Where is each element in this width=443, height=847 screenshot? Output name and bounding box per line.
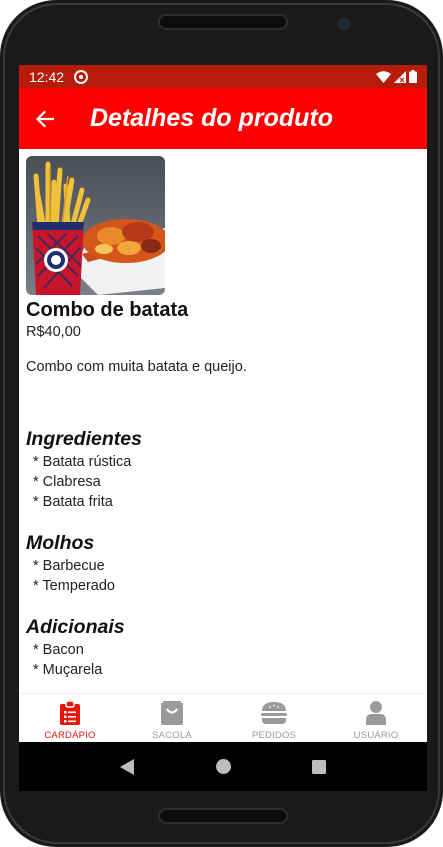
- addon-item: Muçarela: [33, 660, 427, 680]
- ingredient-item: Batata rústica: [33, 452, 427, 472]
- status-icons: [376, 70, 417, 83]
- nav-label: SACOLA: [152, 730, 192, 741]
- status-bar: 12:42: [19, 65, 427, 88]
- phone-frame: 12:42 Detalhes do produto Combo de batat…: [0, 0, 443, 847]
- battery-icon: [409, 70, 417, 83]
- addon-item: Bacon: [33, 640, 427, 660]
- nav-label: PEDIDOS: [251, 730, 297, 741]
- product-name: Combo de batata: [26, 299, 189, 321]
- product-image: [26, 156, 165, 295]
- nav-label: USUÁRIO: [353, 730, 399, 741]
- sauce-item: Barbecue: [33, 556, 427, 576]
- back-button[interactable]: [19, 88, 71, 149]
- burger-icon: [261, 701, 287, 725]
- system-back-button[interactable]: [107, 747, 147, 787]
- clipboard-list-icon: [60, 701, 80, 725]
- nav-tab-usuario[interactable]: USUÁRIO: [325, 694, 427, 742]
- nav-tab-pedidos[interactable]: PEDIDOS: [223, 694, 325, 742]
- earpiece-speaker: [158, 14, 288, 30]
- nav-tab-sacola[interactable]: SACOLA: [121, 694, 223, 742]
- product-price: R$40,00: [26, 324, 81, 340]
- sauces-list: Barbecue Temperado: [26, 556, 427, 596]
- ingredients-list: Batata rústica Clabresa Batata frita: [26, 452, 427, 512]
- ingredient-item: Batata frita: [33, 492, 427, 512]
- circle-home-icon: [215, 759, 231, 774]
- arrow-back-icon: [36, 109, 54, 128]
- system-home-button[interactable]: [203, 747, 243, 787]
- addons-heading: Adicionais: [26, 616, 125, 638]
- nav-label: CARDÁPIO: [44, 730, 96, 741]
- ingredient-item: Clabresa: [33, 472, 427, 492]
- app-bar: Detalhes do produto: [19, 88, 427, 149]
- signal-icon: [394, 70, 406, 83]
- product-description: Combo com muita batata e queijo.: [26, 359, 247, 375]
- fries-combo-photo: [32, 161, 165, 295]
- system-recents-button[interactable]: [299, 747, 339, 787]
- front-camera: [338, 18, 350, 30]
- page-title: Detalhes do produto: [90, 104, 334, 132]
- sauce-item: Temperado: [33, 576, 427, 596]
- bottom-navigation: CARDÁPIO SACOLA PEDIDOS USUÁRIO: [19, 693, 427, 742]
- status-time: 12:42: [29, 68, 65, 85]
- nav-tab-cardapio[interactable]: CARDÁPIO: [19, 694, 121, 742]
- sync-status-icon: [74, 69, 89, 84]
- user-icon: [366, 701, 386, 725]
- triangle-back-icon: [120, 758, 134, 775]
- shopping-bag-icon: [161, 701, 183, 725]
- system-navigation-bar: [19, 742, 427, 791]
- ingredients-heading: Ingredientes: [26, 428, 142, 450]
- addons-list: Bacon Muçarela: [26, 640, 427, 680]
- product-details[interactable]: Combo de batata R$40,00 Combo com muita …: [19, 149, 427, 693]
- bottom-speaker: [158, 808, 288, 824]
- square-recents-icon: [312, 759, 326, 774]
- sauces-heading: Molhos: [26, 532, 95, 554]
- screen: 12:42 Detalhes do produto Combo de batat…: [19, 65, 427, 791]
- wifi-icon: [376, 70, 391, 83]
